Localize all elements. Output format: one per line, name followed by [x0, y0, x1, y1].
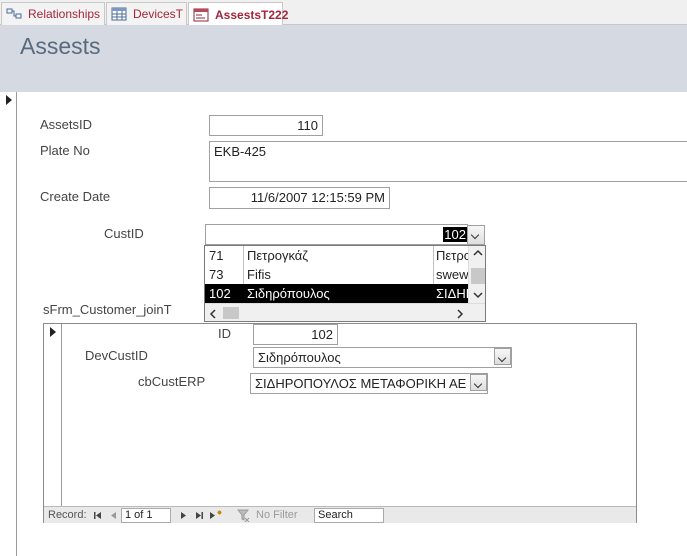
list-item[interactable]: 71 Πετρογκάζ Πετρο: [205, 246, 468, 265]
form-icon: [193, 8, 209, 22]
filter-status[interactable]: No Filter: [256, 509, 298, 521]
custid-value: 102: [443, 227, 467, 242]
record-position-field[interactable]: 1 of 1: [121, 508, 171, 523]
first-record-icon[interactable]: [93, 511, 102, 520]
create-date-field[interactable]: 11/6/2007 12:15:59 PM: [209, 187, 390, 209]
search-box[interactable]: Search: [314, 508, 384, 523]
subform-record-selector[interactable]: [44, 324, 62, 506]
id-field[interactable]: 102: [253, 324, 338, 345]
custid-dropdown-button[interactable]: [467, 225, 485, 245]
record-navigation-bar: Record: 1 of 1 No Filter Search: [44, 506, 636, 523]
list-item[interactable]: 73 Fifis swew: [205, 265, 468, 284]
cbcusterp-dropdown-button[interactable]: [470, 374, 487, 391]
horizontal-scrollbar[interactable]: [205, 303, 485, 321]
devcustid-dropdown-button[interactable]: [494, 348, 511, 365]
scroll-right-icon[interactable]: [456, 309, 464, 319]
tab-label: Relationships: [28, 7, 101, 21]
record-selector[interactable]: [0, 92, 17, 556]
id-label: ID: [218, 326, 231, 341]
last-record-icon[interactable]: [195, 511, 204, 520]
plate-no-label: Plate No: [40, 143, 90, 158]
devcustid-combo[interactable]: Σιδηρόπουλος: [253, 347, 512, 368]
table-icon: [111, 7, 127, 21]
list-item-selected[interactable]: 102 Σιδηρόπουλος ΣΙΔΗΡ: [205, 284, 468, 303]
cbcusterp-combo[interactable]: ΣΙΔΗΡΟΠΟΥΛΟΣ ΜΕΤΑΦΟΡΙΚΗ ΑΕ: [250, 373, 488, 394]
form-header: [0, 25, 687, 92]
tab-label: DevicesT: [133, 7, 184, 21]
tab-assestst222[interactable]: AssestsT222: [188, 2, 288, 26]
filter-icon[interactable]: [237, 509, 250, 522]
create-date-label: Create Date: [40, 189, 111, 204]
scrollbar-thumb[interactable]: [223, 307, 239, 319]
scroll-down-icon[interactable]: [473, 291, 483, 299]
assetsid-field[interactable]: 110: [209, 115, 323, 136]
plate-no-field[interactable]: ΕΚΒ-425: [209, 141, 687, 182]
previous-record-icon[interactable]: [109, 511, 118, 520]
current-record-arrow-icon: [50, 327, 56, 337]
scrollbar-thumb[interactable]: [471, 268, 485, 284]
document-tab-strip: Relationships DevicesT AssestsT222: [0, 0, 687, 26]
tab-label: AssestsT222: [215, 7, 289, 22]
tab-devicest[interactable]: DevicesT: [106, 2, 187, 25]
scroll-up-icon[interactable]: [473, 249, 483, 257]
tab-relationships[interactable]: Relationships: [1, 2, 105, 25]
new-record-icon[interactable]: [209, 510, 222, 521]
custid-label: CustID: [104, 226, 144, 241]
assetsid-label: AssetsID: [40, 117, 93, 132]
cbcusterp-label: cbCustERP: [138, 374, 206, 389]
next-record-icon[interactable]: [179, 511, 188, 520]
record-label: Record:: [48, 509, 87, 521]
current-record-arrow-icon: [6, 95, 12, 105]
vertical-scrollbar[interactable]: [468, 246, 485, 303]
custid-combo[interactable]: 102: [205, 224, 468, 245]
subform-label: sFrm_Customer_joinT: [43, 302, 172, 317]
relationships-icon: [6, 7, 22, 21]
custid-dropdown-list[interactable]: 71 Πετρογκάζ Πετρο 73 Fifis swew 102 Σιδ…: [204, 245, 486, 322]
form-title: Assests: [20, 33, 101, 59]
scroll-left-icon[interactable]: [209, 309, 217, 319]
devcustid-label: DevCustID: [85, 348, 148, 363]
